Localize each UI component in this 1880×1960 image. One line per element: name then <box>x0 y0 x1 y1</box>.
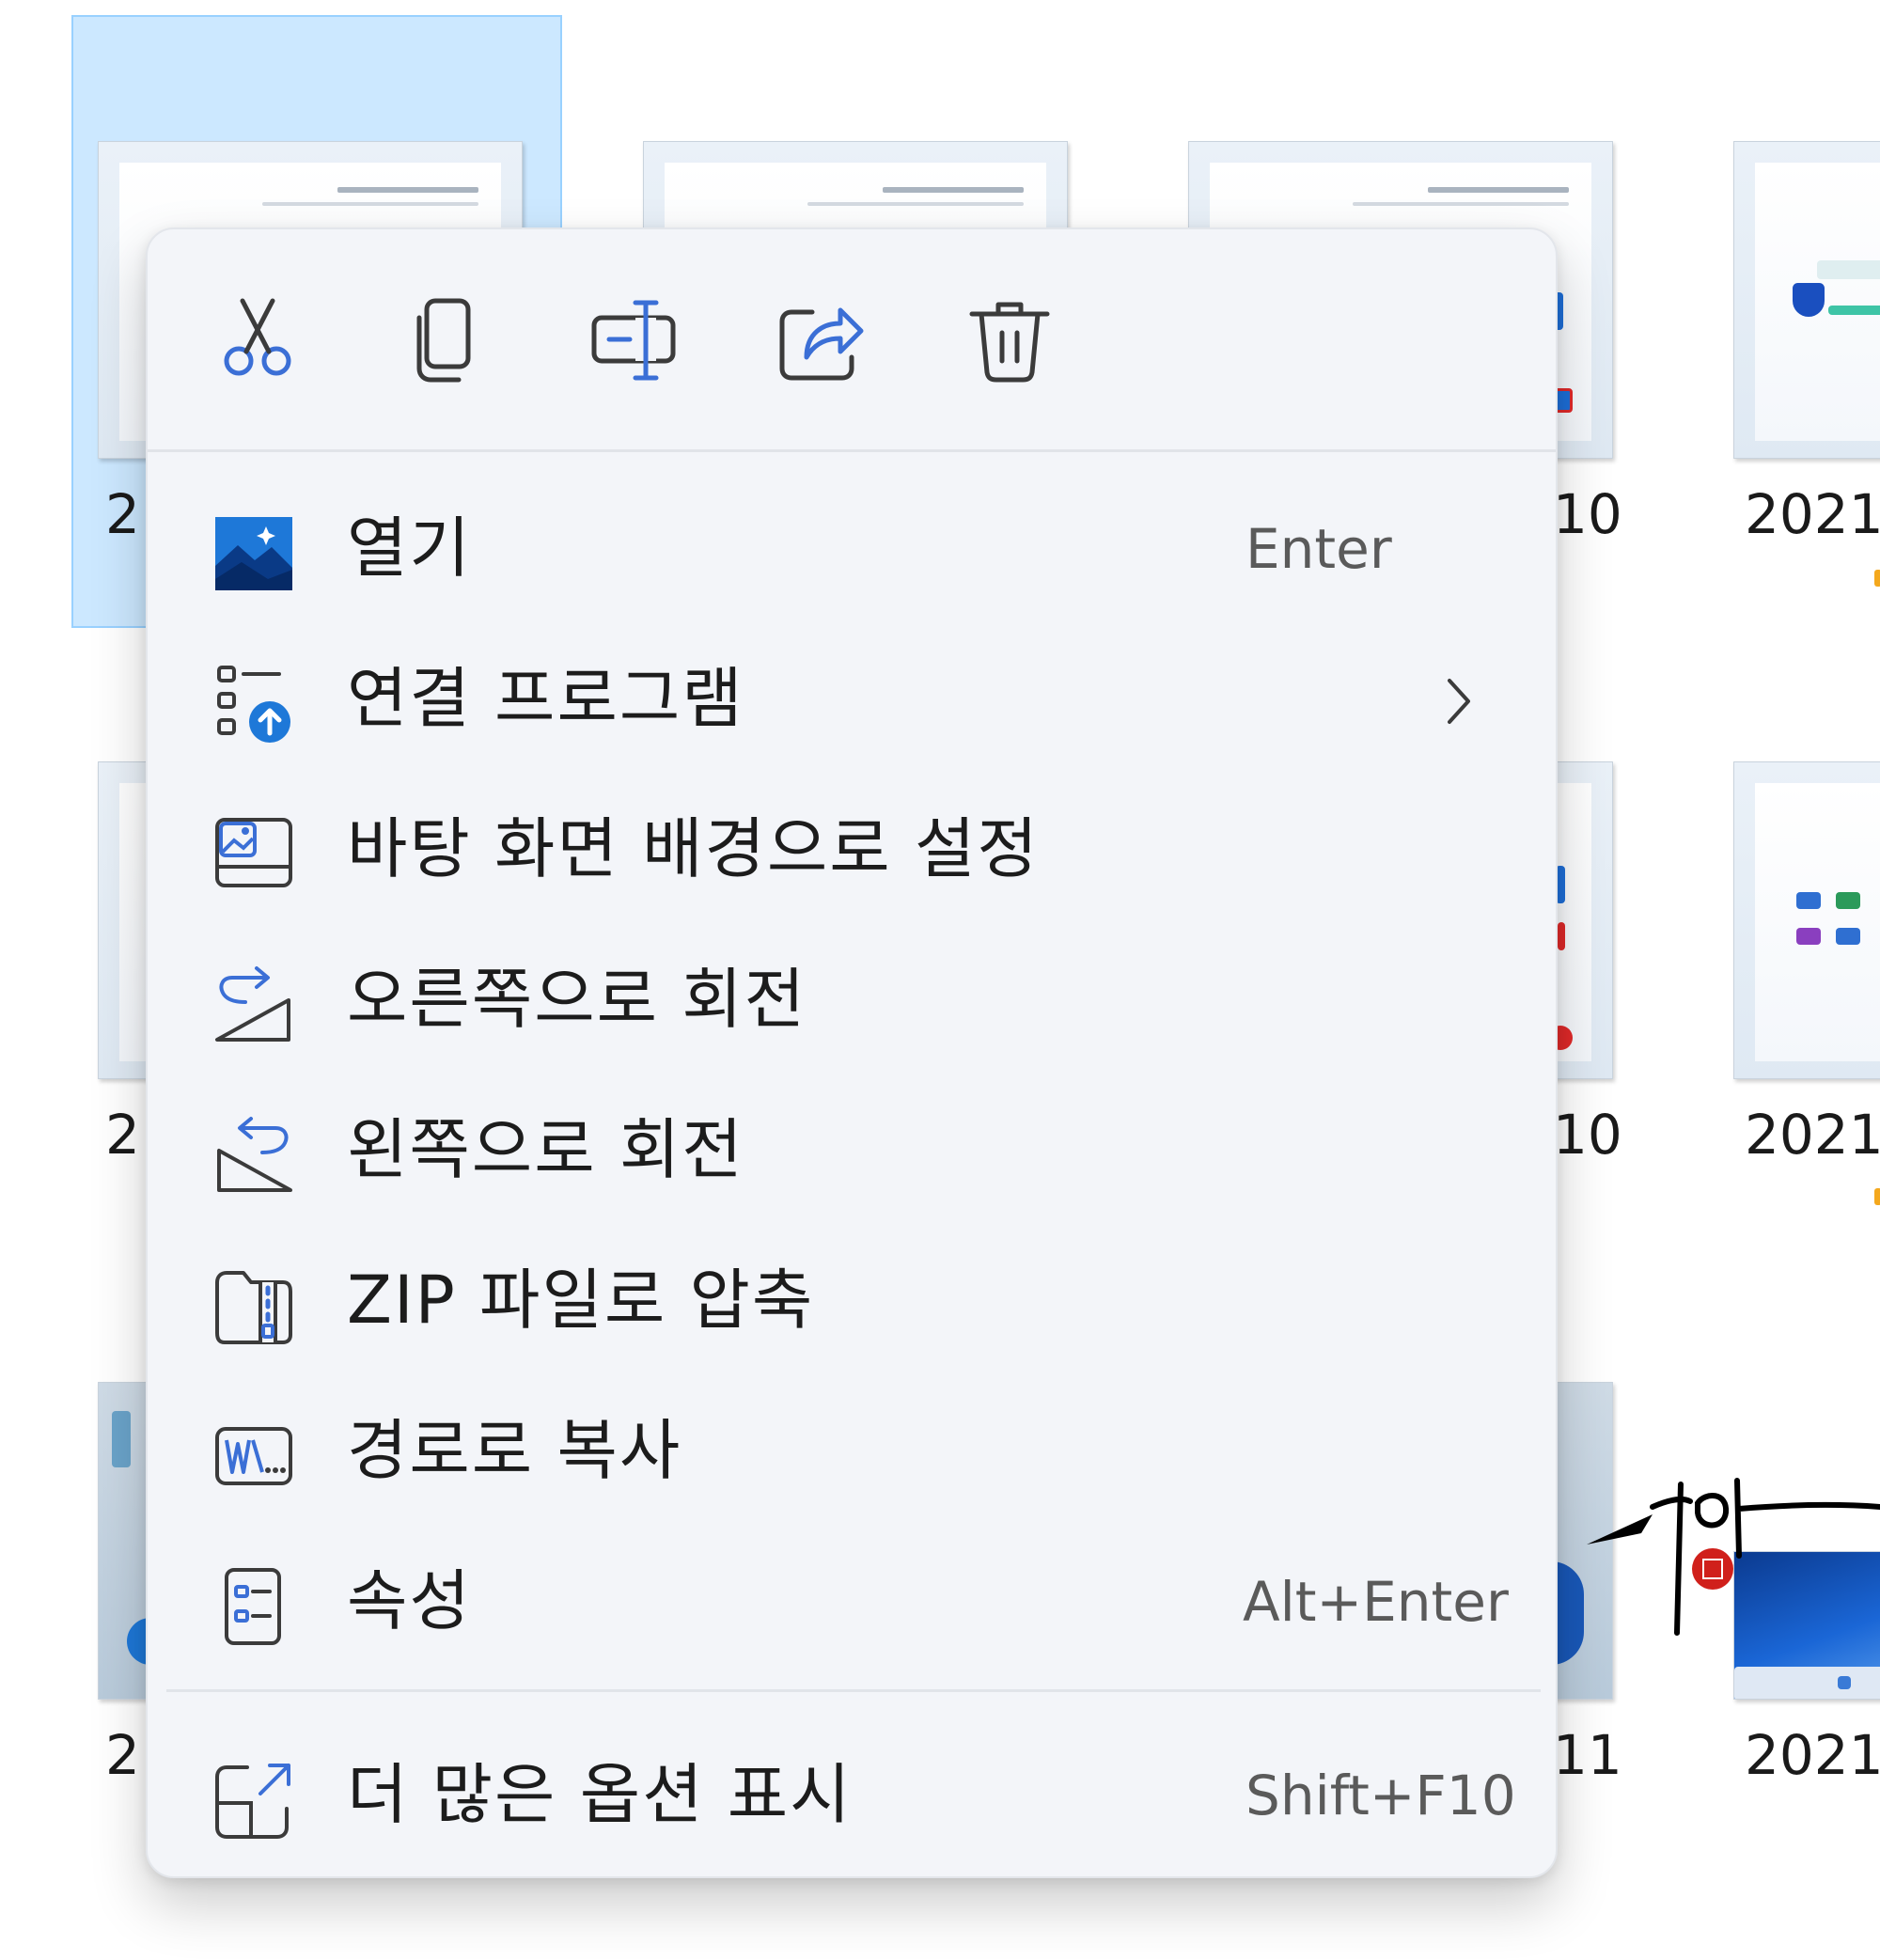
wallpaper-icon <box>215 818 292 887</box>
menu-item-label: 연결 프로그램 <box>347 660 744 737</box>
menu-item-shortcut: Enter <box>1246 517 1392 581</box>
menu-item-properties[interactable]: 속성 Alt+Enter <box>148 1532 1556 1664</box>
file-name: 2 <box>105 482 140 546</box>
menu-divider <box>166 1689 1541 1692</box>
menu-item-shortcut: Alt+Enter <box>1243 1570 1509 1634</box>
copy-icon <box>416 298 471 383</box>
rename-button[interactable] <box>577 284 690 397</box>
rotate-left-icon <box>217 1117 292 1192</box>
menu-item-label: 더 많은 옵션 표시 <box>347 1756 853 1833</box>
toolbar-divider <box>148 449 1556 452</box>
file-thumbnail[interactable] <box>1733 761 1880 1079</box>
more-options-icon <box>215 1764 290 1839</box>
menu-item-open-with[interactable]: 연결 프로그램 <box>148 630 1556 761</box>
rename-icon <box>591 300 676 381</box>
file-name: 2 <box>105 1723 140 1787</box>
menu-item-label: 오른쪽으로 회전 <box>347 961 807 1038</box>
zip-folder-icon <box>215 1271 292 1344</box>
share-button[interactable] <box>765 284 878 397</box>
copy-button[interactable] <box>389 284 502 397</box>
file-thumbnail[interactable] <box>1733 141 1880 459</box>
menu-item-shortcut: Shift+F10 <box>1246 1764 1516 1827</box>
watermark-signature <box>1587 1471 1880 1640</box>
share-icon <box>779 307 864 381</box>
file-name: 2021 <box>1745 1103 1880 1167</box>
menu-item-rotate-left[interactable]: 왼쪽으로 회전 <box>148 1081 1556 1213</box>
context-menu: 열기 Enter 연결 프로그램 바탕 화면 배경으로 설정 오른쪽으로 회전 … <box>146 227 1558 1878</box>
menu-item-show-more-options[interactable]: 더 많은 옵션 표시 Shift+F10 <box>148 1726 1556 1858</box>
chevron-right-icon <box>1448 679 1470 724</box>
file-name: 2021 <box>1745 1723 1880 1787</box>
photo-app-icon <box>215 517 292 590</box>
file-name: 11 <box>1553 1723 1622 1787</box>
properties-icon <box>225 1568 281 1645</box>
menu-item-label: 경로로 복사 <box>347 1412 682 1489</box>
menu-item-label: 바탕 화면 배경으로 설정 <box>347 810 1040 887</box>
file-name: 2021 <box>1745 482 1880 546</box>
menu-item-compress-zip[interactable]: ZIP 파일로 압축 <box>148 1231 1556 1363</box>
trash-icon <box>969 302 1050 383</box>
menu-item-label: 열기 <box>347 510 472 587</box>
menu-item-set-wallpaper[interactable]: 바탕 화면 배경으로 설정 <box>148 780 1556 912</box>
delete-button[interactable] <box>953 284 1066 397</box>
context-menu-toolbar <box>148 229 1556 451</box>
menu-item-label: 속성 <box>347 1562 472 1639</box>
copy-path-icon <box>215 1427 292 1485</box>
menu-item-copy-path[interactable]: 경로로 복사 <box>148 1382 1556 1513</box>
menu-item-open[interactable]: 열기 Enter <box>148 479 1556 611</box>
scissors-icon <box>224 298 291 376</box>
file-name: 2 <box>105 1103 140 1167</box>
menu-item-label: ZIP 파일로 압축 <box>347 1262 815 1339</box>
file-name: 10 <box>1553 1103 1622 1167</box>
cut-button[interactable] <box>201 284 314 397</box>
file-name: 10 <box>1553 482 1622 546</box>
rotate-right-icon <box>215 966 290 1042</box>
menu-item-rotate-right[interactable]: 오른쪽으로 회전 <box>148 931 1556 1062</box>
open-with-icon <box>217 666 290 743</box>
menu-item-label: 왼쪽으로 회전 <box>347 1111 744 1188</box>
